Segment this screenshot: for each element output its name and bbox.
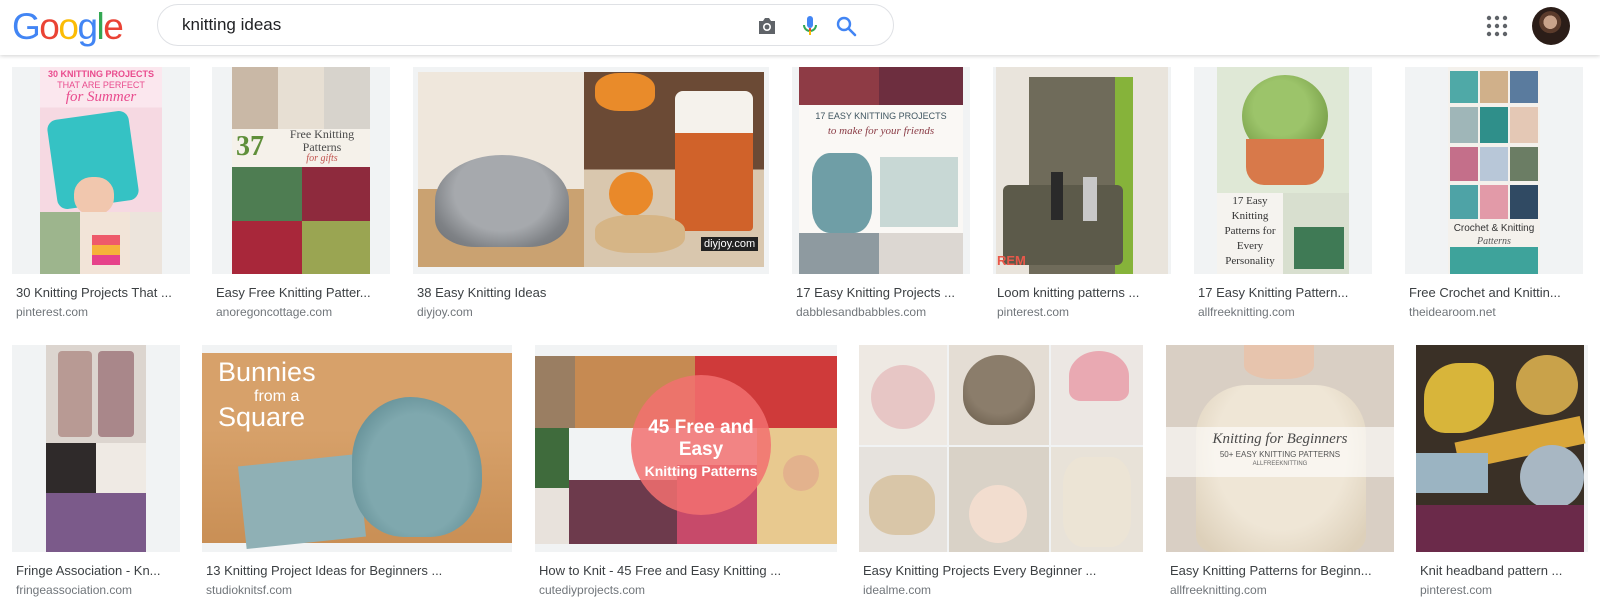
thumbnail-caption: to make for your friends [827, 125, 935, 137]
result-source[interactable]: diyjoy.com [417, 305, 473, 319]
result-thumbnail[interactable]: REM [993, 67, 1171, 274]
result-thumbnail[interactable]: Knitting for Beginners 50+ EASY KNITTING… [1166, 345, 1394, 552]
thumbnail-caption: Easy [678, 439, 724, 460]
result-source[interactable]: allfreeknitting.com [1198, 305, 1295, 319]
image-result[interactable]: 45 Free and Easy Knitting Patterns How t… [535, 345, 837, 603]
image-result[interactable]: 37 Free Knitting Patterns for gifts Easy… [212, 67, 390, 325]
search-icon[interactable] [834, 14, 858, 38]
thumbnail-caption: ALLFREEKNITTING [1252, 461, 1308, 467]
thumbnail-caption: 50+ EASY KNITTING PATTERNS [1219, 450, 1341, 459]
logo-letter: l [96, 6, 105, 47]
camera-icon[interactable] [755, 14, 779, 38]
result-title[interactable]: Free Crochet and Knittin... [1409, 285, 1581, 301]
thumbnail-caption: 45 Free and [648, 417, 754, 438]
image-result[interactable]: Fringe Association - Kn... fringeassocia… [12, 345, 180, 603]
thumbnail-caption: Every [1236, 240, 1264, 252]
result-title[interactable]: 38 Easy Knitting Ideas [417, 285, 757, 301]
image-result[interactable]: Bunnies from a Square 13 Knitting Projec… [202, 345, 512, 603]
search-input[interactable] [182, 14, 722, 36]
thumbnail-caption: 30 KNITTING PROJECTS [47, 69, 155, 79]
microphone-icon[interactable] [798, 14, 822, 38]
result-source[interactable]: fringeassociation.com [16, 583, 132, 597]
logo-letter: g [77, 6, 98, 47]
result-source[interactable]: pinterest.com [997, 305, 1069, 319]
result-source[interactable]: theidearoom.net [1409, 305, 1496, 319]
logo-letter: e [103, 6, 124, 47]
thumbnail-caption: REM [997, 253, 1026, 268]
result-source[interactable]: allfreeknitting.com [1170, 583, 1267, 597]
image-result[interactable]: 17 EASY KNITTING PROJECTS to make for yo… [792, 67, 970, 325]
result-title[interactable]: 17 Easy Knitting Pattern... [1198, 285, 1370, 301]
result-title[interactable]: 13 Knitting Project Ideas for Beginners … [206, 563, 506, 579]
result-thumbnail[interactable] [1416, 345, 1588, 552]
result-thumbnail[interactable] [859, 345, 1143, 552]
google-logo[interactable]: Google [12, 6, 124, 47]
result-title[interactable]: Knit headband pattern ... [1420, 563, 1586, 579]
thumbnail-caption: Personality [1225, 255, 1275, 267]
apps-grid-icon[interactable] [1485, 14, 1509, 38]
thumbnail-caption: Patterns for [1224, 225, 1276, 237]
result-source[interactable]: pinterest.com [16, 305, 88, 319]
image-result[interactable]: Knitting for Beginners 50+ EASY KNITTING… [1166, 345, 1394, 603]
thumbnail-caption: 17 Easy [1232, 195, 1268, 207]
image-result[interactable]: REM Loom knitting patterns ... pinterest… [993, 67, 1171, 325]
result-source[interactable]: dabblesandbabbles.com [796, 305, 926, 319]
result-source[interactable]: anoregoncottage.com [216, 305, 332, 319]
result-thumbnail[interactable]: 17 EASY KNITTING PROJECTS to make for yo… [792, 67, 970, 274]
thumbnail-caption: Knitting for Beginners [1212, 431, 1348, 447]
result-thumbnail[interactable]: diyjoy.com [413, 67, 769, 274]
result-title[interactable]: 17 Easy Knitting Projects ... [796, 285, 968, 301]
result-title[interactable]: Loom knitting patterns ... [997, 285, 1169, 301]
thumbnail-caption: Crochet & Knitting [1453, 223, 1535, 234]
result-title[interactable]: Easy Knitting Projects Every Beginner ..… [863, 563, 1139, 579]
image-result[interactable]: Knit headband pattern ... pinterest.com [1416, 345, 1588, 603]
result-title[interactable]: How to Knit - 45 Free and Easy Knitting … [539, 563, 835, 579]
search-box [157, 4, 894, 46]
result-title[interactable]: 30 Knitting Projects That ... [16, 285, 188, 301]
thumbnail-caption: Knitting [1231, 210, 1269, 222]
thumbnail-caption: 37 [236, 131, 264, 162]
result-title[interactable]: Easy Free Knitting Patter... [216, 285, 388, 301]
result-thumbnail[interactable]: 17 Easy Knitting Patterns for Every Pers… [1194, 67, 1372, 274]
result-thumbnail[interactable]: 45 Free and Easy Knitting Patterns [535, 345, 837, 552]
thumbnail-caption: 17 EASY KNITTING PROJECTS [815, 111, 947, 121]
thumbnail-caption: for gifts [306, 153, 338, 164]
logo-letter: o [58, 6, 79, 47]
result-thumbnail[interactable] [12, 345, 180, 552]
thumbnail-caption: Knitting Patterns [644, 463, 758, 479]
thumbnail-caption: Patterns [1477, 236, 1511, 247]
top-bar: Google [0, 0, 1600, 55]
result-thumbnail[interactable]: 30 KNITTING PROJECTS THAT ARE PERFECT fo… [12, 67, 190, 274]
result-source[interactable]: idealme.com [863, 583, 931, 597]
result-source[interactable]: pinterest.com [1420, 583, 1492, 597]
image-result[interactable]: Crochet & Knitting Patterns Free Crochet… [1405, 67, 1583, 325]
result-source[interactable]: studioknitsf.com [206, 583, 292, 597]
account-avatar[interactable] [1532, 7, 1570, 45]
image-result[interactable]: 30 KNITTING PROJECTS THAT ARE PERFECT fo… [12, 67, 190, 325]
result-title[interactable]: Fringe Association - Kn... [16, 563, 178, 579]
result-title[interactable]: Easy Knitting Patterns for Beginn... [1170, 563, 1392, 579]
logo-letter: o [39, 6, 60, 47]
thumbnail-caption: Square [218, 402, 306, 432]
image-result[interactable]: diyjoy.com 38 Easy Knitting Ideas diyjoy… [413, 67, 769, 325]
thumbnail-caption: for Summer [65, 89, 137, 105]
image-result[interactable]: 17 Easy Knitting Patterns for Every Pers… [1194, 67, 1372, 325]
image-result[interactable]: Easy Knitting Projects Every Beginner ..… [859, 345, 1143, 603]
thumbnail-caption: Bunnies [218, 357, 316, 387]
logo-letter: G [12, 6, 41, 47]
result-source[interactable]: cutediyprojects.com [539, 583, 645, 597]
thumbnail-caption: diyjoy.com [701, 237, 759, 251]
result-thumbnail[interactable]: 37 Free Knitting Patterns for gifts [212, 67, 390, 274]
result-thumbnail[interactable]: Crochet & Knitting Patterns [1405, 67, 1583, 274]
result-thumbnail[interactable]: Bunnies from a Square [202, 345, 512, 552]
